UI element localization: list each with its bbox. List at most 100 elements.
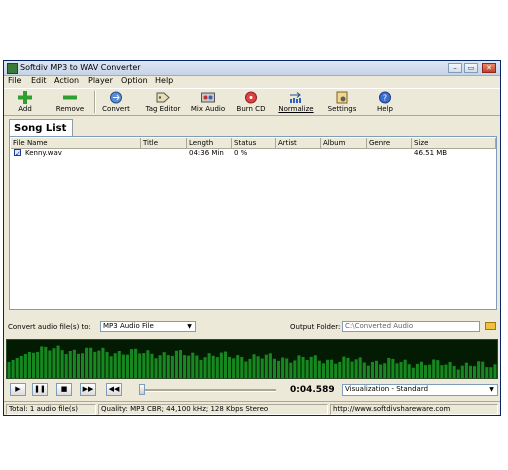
spectrum-bar bbox=[11, 360, 15, 378]
spectrum-bar bbox=[460, 365, 464, 378]
normalize-button[interactable]: Normalize bbox=[277, 90, 315, 114]
spectrum-bar bbox=[48, 350, 52, 378]
spectrum-bar bbox=[52, 348, 56, 378]
folder-icon[interactable] bbox=[485, 322, 496, 330]
spectrum-bar bbox=[142, 353, 146, 378]
format-select[interactable]: MP3 Audio File ▼ bbox=[100, 321, 196, 332]
seek-track[interactable] bbox=[139, 389, 276, 392]
spectrum-bar bbox=[305, 359, 309, 378]
player-controls: ▶ ❚❚ ■ ▶▶ ◀◀ 0:04.589 Visualization - St… bbox=[4, 381, 500, 399]
spectrum-bar bbox=[85, 347, 89, 378]
spectrum-bar bbox=[456, 369, 460, 378]
spectrum-bar bbox=[326, 359, 330, 378]
spectrum-bar bbox=[211, 355, 215, 378]
spectrum-bar bbox=[440, 365, 444, 378]
spectrum-bar bbox=[362, 362, 366, 378]
spectrum-bar bbox=[219, 352, 223, 378]
spectrum-bar bbox=[179, 350, 183, 378]
rewind-button[interactable]: ◀◀ bbox=[106, 383, 122, 396]
column-length[interactable]: Length bbox=[187, 138, 232, 148]
menu-action[interactable]: Action bbox=[54, 76, 79, 85]
spectrum-bar bbox=[32, 352, 36, 378]
seek-slider[interactable] bbox=[139, 384, 145, 395]
tab-song-list[interactable]: Song List bbox=[9, 119, 73, 137]
spectrum-bar bbox=[468, 365, 472, 378]
spectrum-bar bbox=[158, 355, 162, 378]
menu-edit[interactable]: Edit bbox=[31, 76, 47, 85]
spectrum-bar bbox=[60, 350, 64, 378]
add-button[interactable]: Add bbox=[10, 90, 40, 114]
chevron-down-icon: ▼ bbox=[187, 323, 192, 330]
menu-help[interactable]: Help bbox=[155, 76, 173, 85]
spectrum-bar bbox=[27, 352, 31, 378]
playback-time: 0:04.589 bbox=[290, 385, 335, 395]
menu-file[interactable]: File bbox=[8, 76, 21, 85]
spectrum-bar bbox=[252, 354, 256, 378]
spectrum-bar bbox=[419, 361, 423, 378]
cell-length: 04:36 Min bbox=[189, 149, 224, 157]
spectrum-bar bbox=[19, 356, 23, 378]
spectrum-bar bbox=[191, 352, 195, 378]
column-artist[interactable]: Artist bbox=[276, 138, 321, 148]
toolbar: Add Remove Convert Tag Editor Mix Audio … bbox=[4, 88, 500, 116]
close-button[interactable]: ✕ bbox=[482, 63, 496, 73]
song-list-header: File Name Title Length Status Artist Alb… bbox=[11, 138, 496, 149]
spectrum-bar bbox=[256, 356, 260, 378]
settings-button[interactable]: Settings bbox=[324, 90, 360, 114]
column-genre[interactable]: Genre bbox=[367, 138, 412, 148]
remove-button[interactable]: Remove bbox=[52, 90, 88, 114]
spectrum-bar bbox=[187, 355, 191, 378]
cell-status: 0 % bbox=[234, 149, 248, 157]
column-album[interactable]: Album bbox=[321, 138, 367, 148]
visualization-select[interactable]: Visualization - Standard ▼ bbox=[342, 384, 498, 396]
minimize-button[interactable]: – bbox=[448, 63, 462, 73]
menu-option[interactable]: Option bbox=[121, 76, 148, 85]
status-url[interactable]: http://www.softdivshareware.com bbox=[330, 404, 498, 415]
convert-options-row: Convert audio file(s) to: MP3 Audio File… bbox=[4, 319, 500, 335]
burn-cd-button[interactable]: Burn CD bbox=[234, 90, 268, 114]
spectrum-bar bbox=[391, 358, 395, 378]
play-button[interactable]: ▶ bbox=[10, 383, 26, 396]
spectrum-bar bbox=[264, 354, 268, 378]
cell-file-name: Kenny.wav bbox=[25, 149, 62, 157]
spectrum-bars bbox=[7, 345, 497, 378]
spectrum-bar bbox=[15, 358, 19, 378]
pause-button[interactable]: ❚❚ bbox=[32, 383, 48, 396]
forward-button[interactable]: ▶▶ bbox=[80, 383, 96, 396]
app-window: Softdiv MP3 to WAV Converter – ▭ ✕ File … bbox=[3, 60, 501, 416]
spectrum-bar bbox=[424, 365, 428, 378]
plus-icon bbox=[18, 91, 32, 104]
spectrum-bar bbox=[101, 347, 105, 378]
spectrum-bar bbox=[358, 357, 362, 378]
spectrum-bar bbox=[387, 357, 391, 378]
song-list[interactable]: File Name Title Length Status Artist Alb… bbox=[9, 136, 497, 310]
spectrum-bar bbox=[68, 351, 72, 378]
spectrum-bar bbox=[313, 355, 317, 378]
spectrum-bar bbox=[121, 354, 125, 378]
row-checkbox[interactable]: ✓ bbox=[14, 149, 21, 158]
help-button[interactable]: ? Help bbox=[370, 90, 400, 114]
spectrum-bar bbox=[64, 354, 68, 378]
output-folder-input[interactable]: C:\Converted Audio bbox=[342, 321, 480, 332]
cd-icon bbox=[245, 91, 257, 104]
column-size[interactable]: Size bbox=[412, 138, 496, 148]
column-file-name[interactable]: File Name bbox=[11, 138, 141, 148]
spectrum-bar bbox=[383, 363, 387, 378]
spectrum-bar bbox=[293, 360, 297, 378]
mix-audio-button[interactable]: Mix Audio bbox=[190, 90, 226, 114]
tag-editor-button[interactable]: Tag Editor bbox=[143, 90, 183, 114]
column-status[interactable]: Status bbox=[232, 138, 276, 148]
maximize-button[interactable]: ▭ bbox=[464, 63, 478, 73]
stop-button[interactable]: ■ bbox=[56, 383, 72, 396]
spectrum-bar bbox=[207, 353, 211, 378]
menu-bar: File Edit Action Player Option Help bbox=[4, 75, 500, 87]
spectrum-bar bbox=[309, 356, 313, 378]
spectrum-bar bbox=[183, 355, 187, 378]
spectrum-bar bbox=[321, 363, 325, 378]
convert-button[interactable]: Convert bbox=[100, 90, 132, 114]
help-icon: ? bbox=[379, 91, 391, 104]
column-title[interactable]: Title bbox=[141, 138, 187, 148]
spectrum-bar bbox=[7, 362, 11, 378]
spectrum-bar bbox=[366, 365, 370, 378]
menu-player[interactable]: Player bbox=[88, 76, 113, 85]
